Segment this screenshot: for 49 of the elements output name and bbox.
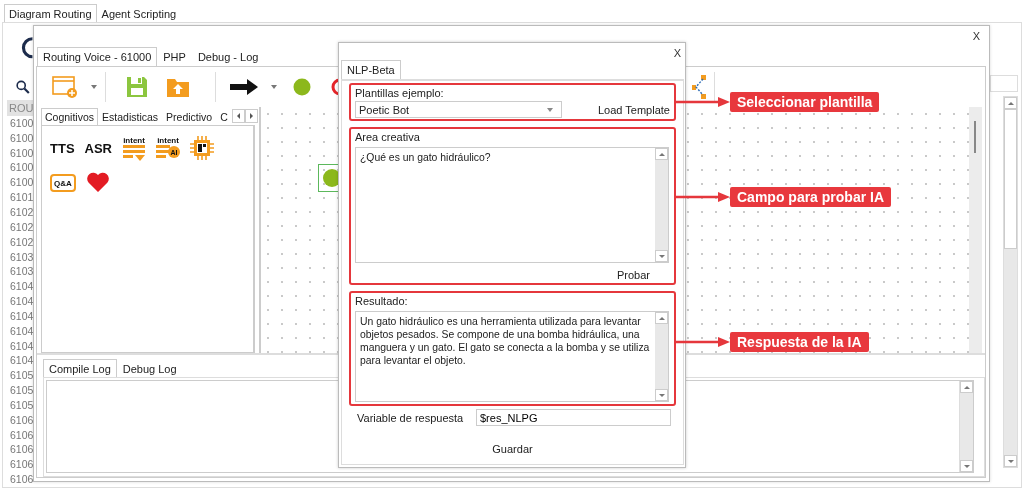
close-button[interactable]: X (970, 26, 982, 46)
field-label: Area creativa (355, 131, 421, 144)
route-row[interactable]: 6102 (7, 234, 34, 250)
icon-label: intent (157, 136, 179, 145)
route-row[interactable]: 6106 (7, 472, 34, 487)
close-button[interactable]: X (671, 43, 683, 62)
route-row[interactable]: 6101 (7, 190, 34, 205)
route-row[interactable]: 6104 (7, 353, 34, 369)
route-row[interactable]: 6104 (7, 323, 34, 339)
palette-item[interactable]: TTS (50, 136, 75, 160)
route-row[interactable]: 6105 (7, 368, 34, 384)
route-row[interactable]: 6106 (7, 412, 34, 428)
template-dropdown[interactable]: Poetic Bot (355, 101, 562, 118)
route-row[interactable]: 6100 (7, 160, 34, 176)
route-row[interactable]: 6104 (7, 294, 34, 309)
route-row[interactable]: 6103 (7, 249, 34, 265)
test-button[interactable]: Probar (616, 269, 650, 281)
route-row[interactable]: 6106 (7, 442, 34, 458)
dialog-tab[interactable]: NLP-Beta (341, 60, 401, 79)
callout-label: Respuesta de la IA (730, 331, 869, 352)
field-label: Resultado: (355, 295, 409, 308)
route-row[interactable]: 6104 (7, 338, 34, 354)
route-row[interactable]: 6104 (7, 308, 34, 324)
log-tab[interactable]: Compile Log (43, 359, 117, 377)
callout-label: Campo para probar IA (730, 186, 892, 207)
route-row[interactable]: 6102 (7, 204, 34, 220)
route-row[interactable]: 6106 (7, 427, 34, 443)
route-row[interactable]: 6106 (7, 457, 34, 473)
variable-field[interactable]: $res_NLPG (476, 409, 671, 426)
callout-label: Seleccionar plantilla (730, 92, 880, 112)
route-row[interactable]: 6100 (7, 130, 34, 146)
palette-tab[interactable]: Cognitivos (41, 108, 99, 125)
route-row[interactable]: 6102 (7, 219, 34, 235)
route-row[interactable]: 6105 (7, 383, 34, 398)
qa-bubble[interactable]: Q&A (50, 174, 76, 192)
field-label: Variable de respuesta (357, 411, 465, 424)
route-row[interactable]: 6100 (7, 115, 34, 131)
route-row[interactable]: 6100 (7, 145, 34, 161)
main-tab[interactable]: Diagram Routing (4, 4, 97, 22)
route-row[interactable]: 6100 (7, 175, 34, 191)
icon-label: intent (123, 136, 145, 145)
editor-tab[interactable]: Routing Voice - 61000 (37, 47, 158, 66)
route-row[interactable]: 6105 (7, 397, 34, 413)
load-template-button[interactable]: Load Template (598, 103, 670, 116)
palette-item[interactable]: ASR (84, 136, 112, 160)
route-row[interactable]: 6104 (7, 279, 34, 295)
route-row[interactable]: 6103 (7, 264, 34, 280)
field-label: Plantillas ejemplo: (355, 87, 445, 100)
save-button[interactable]: Guardar (492, 443, 533, 455)
